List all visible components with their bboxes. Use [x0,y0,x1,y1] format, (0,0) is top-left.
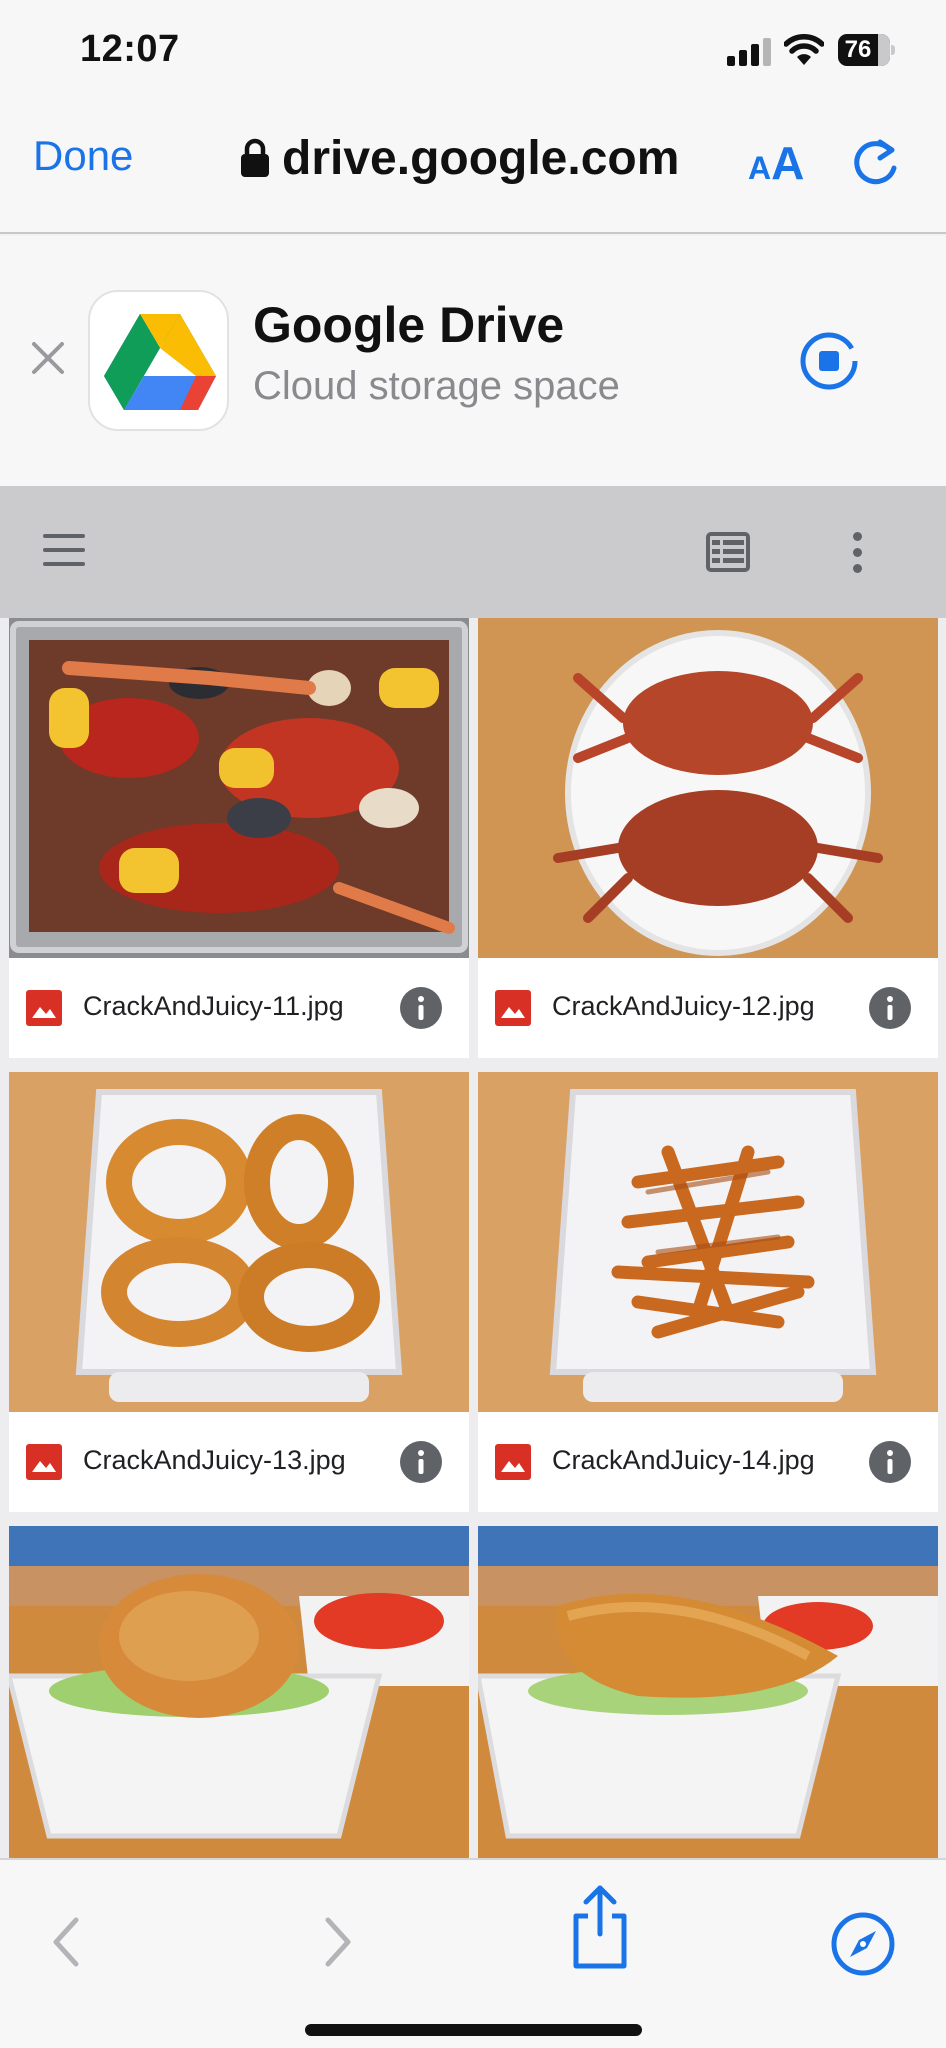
file-card[interactable]: CrackAndJuicy-13.jpg [9,1072,469,1512]
clock: 12:07 [80,28,180,70]
file-card[interactable] [9,1526,469,1858]
file-row[interactable]: CrackAndJuicy-11.jpg [9,958,469,1058]
battery-icon: 76 [838,34,896,66]
google-drive-app-icon[interactable] [88,290,229,431]
image-file-icon [495,1444,531,1480]
file-name: CrackAndJuicy-14.jpg [552,1445,815,1475]
close-icon[interactable] [30,340,66,376]
browser-bottom-toolbar [0,1858,946,2048]
lock-icon [241,138,269,177]
file-name: CrackAndJuicy-12.jpg [552,991,815,1021]
wifi-icon [784,34,824,65]
text-size-button[interactable]: AA [748,136,804,190]
image-file-icon [26,1444,62,1480]
address-bar[interactable]: drive.google.com [240,130,679,186]
file-thumbnail[interactable] [478,618,938,958]
info-icon[interactable] [400,1441,442,1483]
file-card[interactable] [478,1526,938,1858]
reload-icon[interactable] [850,138,902,190]
file-thumbnail[interactable] [478,1072,938,1412]
menu-icon[interactable] [43,534,85,568]
file-thumbnail[interactable] [9,1072,469,1412]
share-icon[interactable] [568,1882,632,1972]
file-card[interactable]: CrackAndJuicy-11.jpg [9,618,469,1058]
more-vert-icon[interactable] [850,532,864,574]
app-banner: Google Drive Cloud storage space [0,236,946,486]
file-card[interactable]: CrackAndJuicy-12.jpg [478,618,938,1058]
file-row[interactable]: CrackAndJuicy-12.jpg [478,958,938,1058]
app-subtitle: Cloud storage space [253,364,620,408]
signal-icon [727,38,771,66]
download-stop-icon[interactable] [799,331,859,391]
battery-level: 76 [844,36,872,63]
file-name: CrackAndJuicy-13.jpg [83,1445,346,1475]
file-name: CrackAndJuicy-11.jpg [83,991,344,1021]
file-grid: CrackAndJuicy-11.jpg CrackAndJuicy-12.jp… [0,618,946,1858]
info-icon[interactable] [869,1441,911,1483]
info-icon[interactable] [869,987,911,1029]
url-text: drive.google.com [282,131,680,185]
text-size-small-label: A [748,150,772,186]
file-row[interactable]: CrackAndJuicy-13.jpg [9,1412,469,1512]
file-thumbnail[interactable] [9,618,469,958]
image-file-icon [26,990,62,1026]
text-size-large-label: A [771,137,805,189]
home-indicator [305,2024,642,2036]
done-button[interactable]: Done [33,132,133,180]
status-bar: 12:07 76 [0,0,946,100]
list-view-icon[interactable] [706,532,750,572]
back-icon[interactable] [46,1912,86,1972]
file-card[interactable]: CrackAndJuicy-14.jpg [478,1072,938,1512]
info-icon[interactable] [400,987,442,1029]
compass-icon[interactable] [830,1911,896,1977]
browser-bar: Done drive.google.com AA [0,100,946,234]
file-thumbnail[interactable] [478,1526,938,1858]
forward-icon[interactable] [318,1912,358,1972]
image-file-icon [495,990,531,1026]
app-name: Google Drive [253,297,565,353]
google-drive-logo [104,314,216,410]
drive-toolbar [0,486,946,618]
file-row[interactable]: CrackAndJuicy-14.jpg [478,1412,938,1512]
file-thumbnail[interactable] [9,1526,469,1858]
